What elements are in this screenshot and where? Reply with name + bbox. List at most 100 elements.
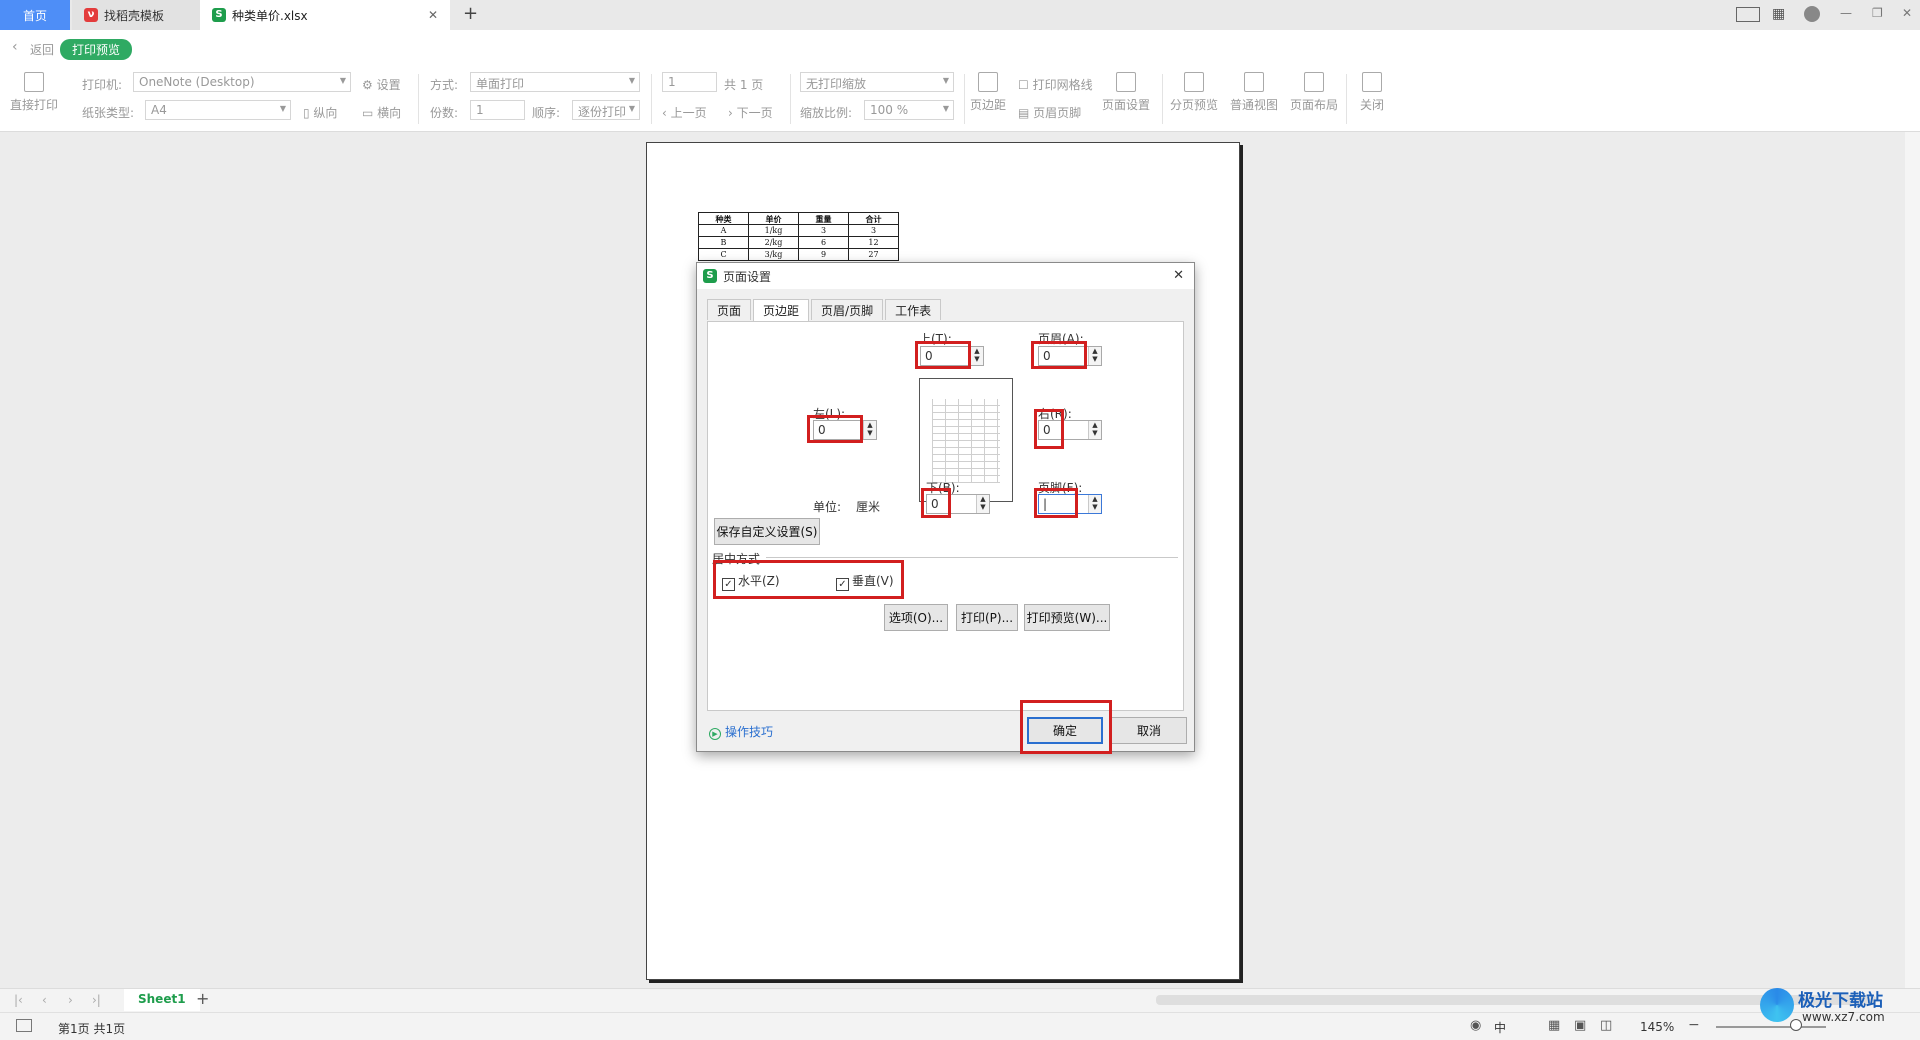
tab-margins[interactable]: 页边距 — [753, 299, 810, 322]
tab-sheet[interactable]: 工作表 — [885, 299, 942, 320]
settings-button[interactable]: ⚙ 设置 — [362, 76, 401, 93]
close-window-icon[interactable]: ✕ — [1902, 6, 1912, 20]
cancel-button[interactable]: 取消 — [1111, 717, 1187, 744]
copies-stepper[interactable]: 1 — [470, 100, 525, 120]
direct-print-button[interactable]: 直接打印 — [10, 72, 58, 113]
table-cell: A — [698, 224, 749, 237]
zoom-level[interactable]: 145% — [1640, 1020, 1674, 1034]
page-setup-button[interactable]: 页面设置 — [1102, 72, 1150, 113]
tips-label: 操作技巧 — [725, 725, 774, 739]
print-button[interactable]: 打印(P)... — [956, 604, 1018, 631]
new-tab-button[interactable]: + — [463, 3, 478, 24]
normal-view-icon[interactable]: ▦ — [1548, 1018, 1560, 1033]
play-icon: ▶ — [709, 728, 721, 740]
restore-icon[interactable]: ❐ — [1872, 6, 1883, 20]
tab-header-footer[interactable]: 页眉/页脚 — [811, 299, 884, 320]
vertical-scrollbar[interactable] — [1905, 132, 1920, 988]
back-link[interactable]: 返回 — [30, 41, 54, 58]
tab-home[interactable]: 首页 — [0, 0, 70, 30]
page-number-input[interactable]: 1 — [662, 72, 717, 92]
input-language[interactable]: 中 — [1494, 1019, 1506, 1036]
tab-page[interactable]: 页面 — [707, 299, 752, 320]
prev-sheet-icon[interactable]: ‹ — [42, 993, 47, 1007]
page-number-value: 1 — [668, 75, 676, 89]
table-cell: 6 — [798, 236, 849, 249]
page-info: 第1页 共1页 — [58, 1022, 126, 1036]
page-setup-icon — [1116, 72, 1136, 92]
tab-file[interactable]: S 种类单价.xlsx ✕ — [200, 0, 450, 30]
macro-icon[interactable] — [16, 1019, 32, 1032]
copies-label: 份数: — [430, 106, 459, 120]
spin-arrows-icon[interactable]: ▲ ▼ — [863, 421, 876, 439]
table-cell: 12 — [848, 236, 899, 249]
apps-grid-icon[interactable]: ▦ — [1772, 6, 1785, 22]
page-layout-label: 页面布局 — [1290, 98, 1339, 112]
normal-view-button[interactable]: 普通视图 — [1230, 72, 1278, 113]
mode-select[interactable]: 单面打印 ▼ — [470, 72, 640, 92]
direct-print-label: 直接打印 — [10, 98, 59, 112]
page-break-view-icon[interactable]: ◫ — [1600, 1018, 1612, 1033]
spin-arrows-icon[interactable]: ▲ ▼ — [976, 495, 989, 513]
table-cell: B — [698, 236, 749, 249]
next-page-button[interactable]: › 下一页 — [728, 104, 773, 121]
page-break-button[interactable]: 分页预览 — [1170, 72, 1218, 113]
margins-button[interactable]: 页边距 — [970, 72, 1006, 113]
chevron-down-icon: ▼ — [628, 76, 635, 85]
add-sheet-button[interactable]: + — [196, 989, 209, 1008]
landscape-label: 横向 — [377, 106, 402, 120]
gridlines-checkbox[interactable]: ☐ 打印网格线 — [1018, 76, 1093, 93]
spreadsheet-icon: S — [212, 8, 226, 22]
spin-arrows-icon[interactable]: ▲ ▼ — [1088, 421, 1101, 439]
dialog-tabs: 页面 页边距 页眉/页脚 工作表 — [707, 299, 942, 322]
landscape-button[interactable]: ▭ 横向 — [362, 104, 401, 121]
divider — [766, 557, 1178, 558]
gridlines-label: 打印网格线 — [1032, 78, 1093, 92]
last-sheet-icon[interactable]: ›| — [92, 993, 101, 1007]
eye-icon[interactable]: ◉ — [1470, 1018, 1481, 1033]
first-sheet-icon[interactable]: |‹ — [14, 993, 23, 1007]
tab-close-icon[interactable]: ✕ — [428, 8, 438, 22]
paper-select[interactable]: A4 ▼ — [145, 100, 291, 120]
layout-icon[interactable] — [1736, 7, 1760, 22]
spin-arrows-icon[interactable]: ▲ ▼ — [1088, 347, 1101, 365]
order-select[interactable]: 逐份打印 ▼ — [572, 100, 640, 120]
sheet-tab[interactable]: Sheet1 — [124, 989, 200, 1011]
save-custom-button[interactable]: 保存自定义设置(S) — [714, 518, 820, 545]
tab-template[interactable]: ν 找稻壳模板 — [72, 0, 200, 30]
printer-select[interactable]: OneNote (Desktop) ▼ — [133, 72, 351, 92]
preview-header: ‹ 返回 打印预览 — [0, 30, 1920, 66]
dialog-close-button[interactable]: ✕ — [1173, 268, 1184, 283]
watermark-logo — [1760, 988, 1794, 1022]
dialog-titlebar[interactable]: S 页面设置 ✕ — [697, 263, 1194, 289]
avatar[interactable] — [1804, 6, 1820, 22]
table-cell: 3 — [798, 224, 849, 237]
scale-mode-select[interactable]: 无打印缩放 ▼ — [800, 72, 954, 92]
table-cell: 27 — [848, 248, 899, 261]
page-layout-view-icon[interactable]: ▣ — [1574, 1018, 1586, 1033]
zoom-out-icon[interactable]: − — [1688, 1017, 1700, 1033]
preview-badge: 打印预览 — [60, 39, 133, 60]
table-cell: 3 — [848, 224, 899, 237]
close-preview-button[interactable]: 关闭 — [1360, 72, 1384, 113]
prev-page-button[interactable]: ‹ 上一页 — [662, 104, 707, 121]
header-footer-button[interactable]: ▤ 页眉页脚 — [1018, 104, 1081, 121]
tips-link[interactable]: ▶ 操作技巧 — [709, 723, 773, 740]
portrait-button[interactable]: ▯ 纵向 — [303, 104, 337, 121]
options-button[interactable]: 选项(O)... — [884, 604, 948, 631]
spin-arrows-icon[interactable]: ▲ ▼ — [970, 347, 983, 365]
scale-select[interactable]: 100 % ▼ — [864, 100, 954, 120]
next-page-label: 下一页 — [736, 106, 773, 120]
watermark: 极光下载站 www.xz7.com — [1760, 984, 1910, 1034]
table-header-row: 种类 单价 重量 合计 — [698, 212, 899, 225]
dialog-title: 页面设置 — [723, 269, 772, 284]
page-layout-button[interactable]: 页面布局 — [1290, 72, 1338, 113]
spin-arrows-icon[interactable]: ▲ ▼ — [1088, 495, 1101, 513]
minimize-icon[interactable]: — — [1840, 6, 1852, 20]
watermark-url: www.xz7.com — [1802, 1010, 1885, 1024]
next-sheet-icon[interactable]: › — [68, 993, 73, 1007]
back-arrow-icon[interactable]: ‹ — [12, 39, 18, 55]
print-preview-button[interactable]: 打印预览(W)... — [1024, 604, 1110, 631]
highlight-box — [1034, 488, 1078, 518]
highlight-box — [915, 341, 971, 369]
grid-preview — [932, 399, 1000, 483]
